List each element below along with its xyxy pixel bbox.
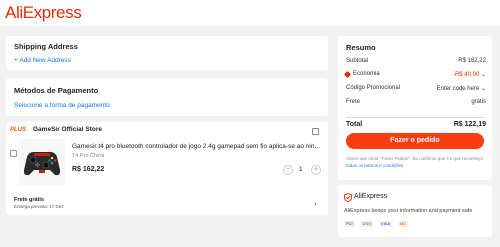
shipping-cost-value: grátis — [471, 99, 486, 105]
select-payment-link[interactable]: Selecione a forma de pagamento — [14, 102, 110, 109]
total-label: Total — [346, 121, 363, 128]
safety-title: AliExpress — [354, 193, 388, 200]
savings-label: Economia — [353, 71, 380, 77]
shipping-cost-label: Frete — [346, 99, 361, 105]
summary-title: Resumo — [346, 43, 376, 52]
product-variant[interactable]: T4 Pro,China — [72, 153, 104, 159]
terms-prefix: Assim que clicar "Fazer Pedido", Eu conf… — [346, 156, 484, 161]
total-value: R$ 122,19 — [453, 121, 486, 128]
plus-badge: PLUS — [10, 127, 27, 133]
mastercard-badge: MC — [398, 221, 409, 227]
shield-icon — [344, 193, 352, 202]
safety-text: AliExpress keeps your information and pa… — [344, 208, 473, 214]
store-name[interactable]: GameSir Official Store — [33, 126, 102, 133]
promo-code-label: Código Promocional — [346, 85, 401, 91]
item-checkbox[interactable] — [10, 150, 17, 157]
store-message-icon[interactable] — [312, 128, 319, 135]
payment-methods-card — [6, 78, 328, 116]
quantity-increase-button[interactable]: + — [311, 165, 321, 175]
shipping-estimate: Entrega prevista: 17 Dez — [14, 204, 64, 209]
terms-notice: Assim que clicar "Fazer Pedido", Eu conf… — [346, 155, 486, 169]
product-price: R$ 162,22 — [72, 166, 105, 173]
product-title[interactable]: Gamesir t4 pro bluetooth controlador de … — [72, 143, 322, 150]
dss-badge: DSS — [360, 221, 373, 227]
place-order-button[interactable]: Fazer o pedido — [346, 133, 484, 149]
product-thumbnail[interactable] — [19, 139, 65, 185]
terms-link[interactable]: todos os termos e condições — [346, 163, 403, 168]
shipping-address-title: Shipping Address — [14, 42, 78, 51]
visa-badge: VISA — [378, 221, 393, 227]
savings-value[interactable]: -R$ 40,00 ⌄ — [453, 71, 486, 78]
pci-badge: PCI — [344, 221, 355, 227]
payment-methods-title: Métodos de Pagamento — [14, 86, 99, 95]
top-bar: AliExpress — [0, 0, 500, 26]
terms-suffix: . — [403, 163, 405, 168]
shipping-free-label: Frete grátis — [14, 197, 44, 203]
add-new-address-link[interactable]: + Add New Address — [14, 57, 71, 64]
quantity-value[interactable]: 1 — [299, 166, 303, 173]
shipping-options-chevron-icon[interactable]: › — [314, 199, 317, 208]
quantity-decrease-button[interactable]: − — [283, 165, 293, 175]
summary-divider — [346, 117, 484, 118]
subtotal-label: Subtotal — [346, 58, 369, 64]
promo-code-input[interactable]: Enter code here ⌄ — [437, 85, 486, 92]
payment-badges: PCI DSS VISA MC — [344, 221, 409, 227]
gamepad-icon — [23, 151, 61, 176]
aliexpress-logo[interactable]: AliExpress — [5, 3, 82, 23]
subtotal-value: R$ 162,22 — [458, 58, 486, 64]
